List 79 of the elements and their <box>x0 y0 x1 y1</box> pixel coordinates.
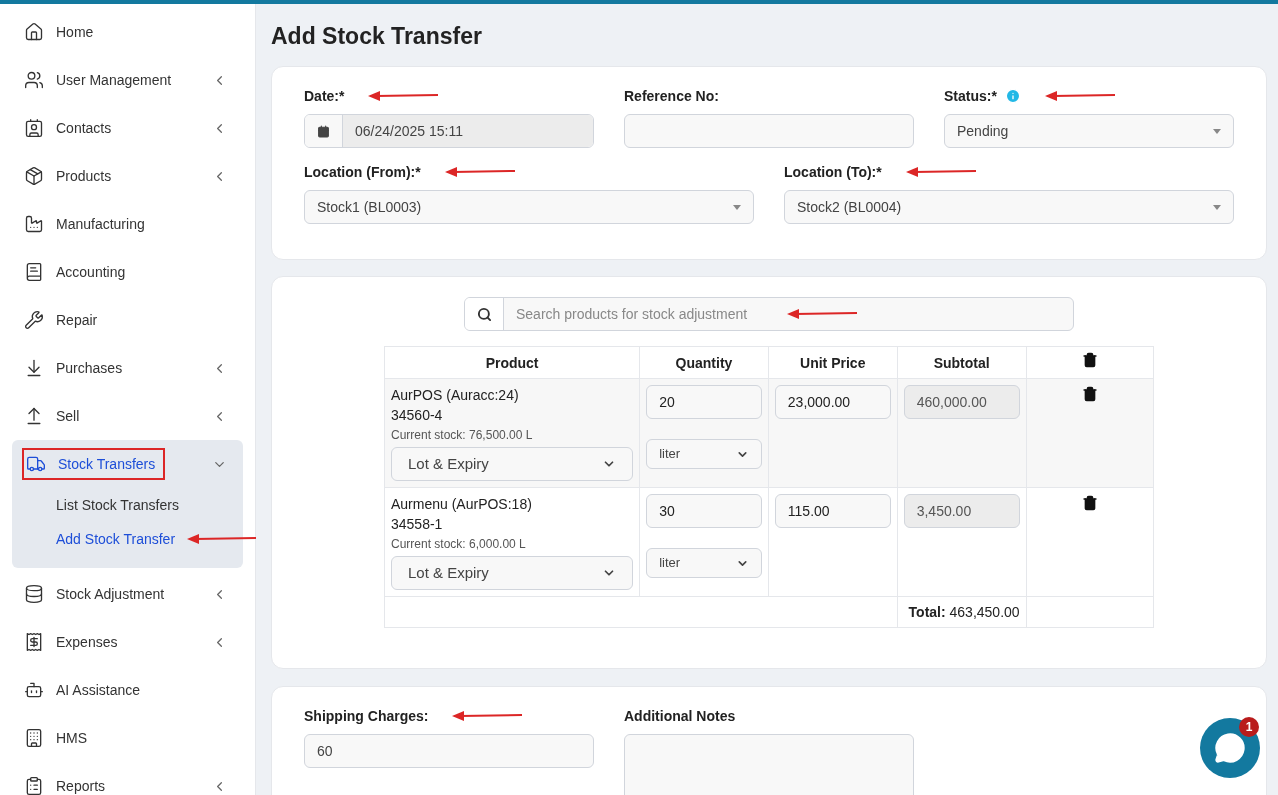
column-header: Subtotal <box>897 346 1027 379</box>
menu-icon <box>24 214 44 234</box>
date-value: 06/24/2025 15:11 <box>343 115 593 147</box>
column-header: Product <box>384 346 640 379</box>
sidebar-item[interactable]: Repair <box>22 304 100 336</box>
notes-field[interactable] <box>624 734 914 795</box>
menu-icon <box>24 118 44 138</box>
trash-icon[interactable] <box>1081 495 1098 511</box>
chat-icon <box>1214 732 1246 764</box>
menu-icon <box>26 454 46 474</box>
menu-icon <box>24 262 44 282</box>
field-label: Location (From):* <box>304 163 421 182</box>
unit-select[interactable]: liter <box>646 439 762 469</box>
date-field[interactable]: 06/24/2025 15:11 <box>304 114 594 148</box>
input-field[interactable]: 60 <box>304 734 594 768</box>
field-label: Status:* <box>944 87 997 106</box>
sidebar-item[interactable]: Contacts <box>22 112 114 144</box>
quantity-field[interactable]: 30 <box>646 494 762 528</box>
select-field[interactable]: Pending <box>944 114 1234 148</box>
menu-icon <box>24 776 44 795</box>
field-label: Reference No: <box>624 87 719 106</box>
subtotal-field: 460,000.00 <box>903 385 1020 419</box>
input-field[interactable] <box>624 114 914 148</box>
caret-icon <box>1213 128 1221 134</box>
search-icon <box>476 306 492 322</box>
lot-select[interactable]: Lot & Expiry <box>391 447 634 481</box>
submenu-item[interactable]: List Stock Transfers <box>56 495 179 515</box>
sidebar-item[interactable]: Home <box>22 16 96 48</box>
sidebar-item[interactable]: User Management <box>22 64 174 96</box>
sidebar-item[interactable]: Reports <box>22 770 108 795</box>
select-field[interactable]: Stock1 (BL0003) <box>304 190 754 224</box>
sidebar-item[interactable]: Stock Transfers <box>22 448 166 480</box>
notification-badge: 1 <box>1239 717 1259 737</box>
sidebar-item[interactable]: HMS <box>22 722 90 754</box>
field-label: Additional Notes <box>624 707 736 726</box>
subtotal-field: 3,450.00 <box>903 494 1020 528</box>
menu-icon <box>24 680 44 700</box>
current-stock: Current stock: 6,000.00 L <box>391 536 527 553</box>
total-label: Total: <box>908 604 946 620</box>
product-sku: 34560-4 <box>391 406 444 425</box>
sidebar-item[interactable]: Purchases <box>22 352 125 384</box>
calendar-icon <box>317 124 330 138</box>
menu-icon <box>24 728 44 748</box>
menu-icon <box>24 70 44 90</box>
column-header: Unit Price <box>768 346 898 379</box>
page-title: Add Stock Transfer <box>271 22 483 50</box>
sidebar-item[interactable]: Sell <box>22 400 82 432</box>
trash-icon[interactable] <box>1081 386 1098 402</box>
unit-select[interactable]: liter <box>646 548 762 578</box>
sidebar-item[interactable]: Accounting <box>22 256 128 288</box>
sidebar-item[interactable]: Stock Adjustment <box>22 578 167 610</box>
quantity-field[interactable]: 20 <box>646 385 762 419</box>
current-stock: Current stock: 76,500.00 L <box>391 427 534 444</box>
menu-icon <box>24 166 44 186</box>
submenu-item[interactable]: Add Stock Transfer <box>56 529 176 549</box>
menu-icon <box>24 310 44 330</box>
product-name: Aurmenu (AurPOS:18) <box>391 495 533 514</box>
product-name: AurPOS (Auracc:24) <box>391 386 520 405</box>
column-header: Quantity <box>639 346 769 379</box>
search-placeholder: Search products for stock adjustment <box>516 305 748 324</box>
caret-icon <box>733 204 741 210</box>
field-label: Shipping Charges: <box>304 707 429 726</box>
lot-select[interactable]: Lot & Expiry <box>391 556 634 590</box>
caret-icon <box>1213 204 1221 210</box>
sidebar-item[interactable]: Expenses <box>22 626 120 658</box>
select-field[interactable]: Stock2 (BL0004) <box>784 190 1234 224</box>
total-value: 463,450.00 <box>949 604 1020 620</box>
menu-icon <box>24 22 44 42</box>
field-label: Location (To):* <box>784 163 882 182</box>
menu-icon <box>24 584 44 604</box>
menu-icon <box>24 632 44 652</box>
sidebar-item[interactable]: Manufacturing <box>22 208 147 240</box>
field-label: Date:* <box>304 87 345 106</box>
sidebar-item[interactable]: AI Assistance <box>22 674 143 706</box>
sidebar-item[interactable]: Products <box>22 160 114 192</box>
trash-icon[interactable] <box>1081 352 1098 368</box>
unit-price-field[interactable]: 23,000.00 <box>774 385 891 419</box>
product-sku: 34558-1 <box>391 515 444 534</box>
unit-price-field[interactable]: 115.00 <box>774 494 891 528</box>
